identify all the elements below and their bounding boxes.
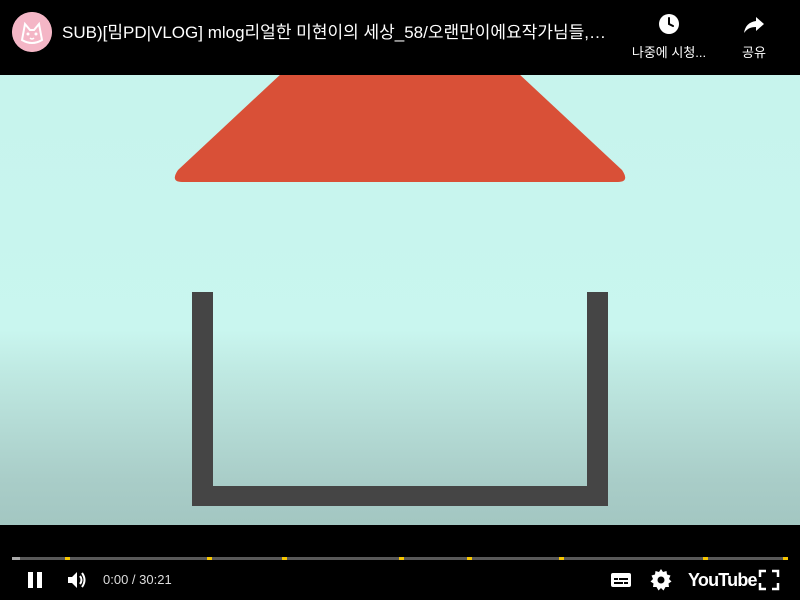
duration: 30:21: [139, 572, 172, 587]
chapter-marker: [399, 557, 404, 560]
volume-button[interactable]: [64, 567, 90, 593]
settings-button[interactable]: [648, 567, 674, 593]
clock-icon: [659, 14, 679, 34]
share-label: 공유: [742, 45, 766, 60]
share-arrow-icon: [744, 17, 764, 33]
video-frame[interactable]: [0, 0, 800, 600]
subtitles-button[interactable]: [608, 567, 634, 593]
chapter-marker: [703, 557, 708, 560]
scrubber-start: [12, 557, 20, 560]
chapter-marker: [282, 557, 287, 560]
house-outline-shape: [192, 292, 608, 506]
time-separator: /: [128, 572, 140, 587]
pause-button[interactable]: [22, 567, 48, 593]
top-bar: SUB)[밈PD|VLOG] mlog리얼한 미현이의 세상_58/오랜만이에요…: [0, 0, 800, 75]
chapter-marker: [559, 557, 564, 560]
watch-later-label: 나중에 시청...: [631, 45, 707, 60]
channel-avatar[interactable]: [12, 12, 52, 52]
fullscreen-button[interactable]: [756, 567, 782, 593]
fullscreen-icon: [758, 569, 780, 591]
chapter-marker: [207, 557, 212, 560]
volume-icon: [68, 572, 86, 588]
chapter-marker: [65, 557, 70, 560]
watch-later-button[interactable]: 나중에 시청...: [624, 12, 714, 61]
subtitles-icon: [611, 573, 631, 587]
youtube-logo[interactable]: YouTube: [688, 570, 758, 591]
current-time: 0:00: [103, 572, 129, 587]
chapter-marker: [783, 557, 788, 560]
time-display: 0:00 / 30:21: [103, 572, 172, 587]
video-content-illustration: [174, 73, 626, 506]
video-title[interactable]: SUB)[밈PD|VLOG] mlog리얼한 미현이의 세상_58/오랜만이에요…: [62, 22, 610, 44]
share-button[interactable]: 공유: [730, 12, 778, 61]
progress-bar[interactable]: [12, 557, 788, 560]
gear-icon: [650, 569, 672, 591]
fox-avatar-icon: [12, 12, 52, 52]
chapter-marker: [467, 557, 472, 560]
pause-icon: [28, 572, 42, 588]
player-controls: 0:00 / 30:21 YouTube: [0, 525, 800, 600]
roof-shape: [174, 73, 626, 182]
